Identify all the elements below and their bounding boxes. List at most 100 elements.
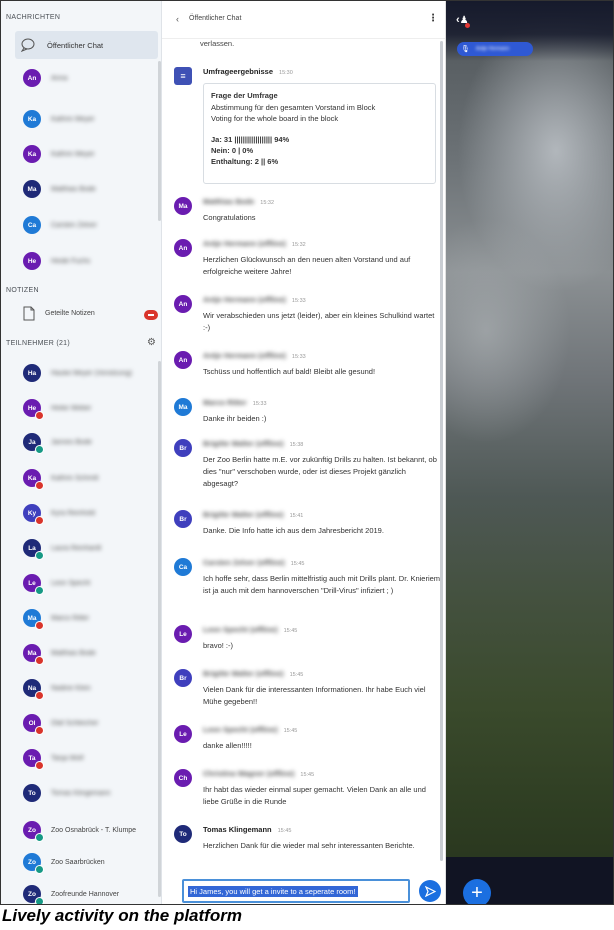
message-time: 15:38 <box>289 442 304 448</box>
avatar: Br <box>174 439 192 457</box>
avatar: Le <box>23 574 44 595</box>
user-list-toggle-icon[interactable]: ‹♟ <box>456 14 470 28</box>
participant-item[interactable]: Ma Matthias Bode <box>23 644 96 665</box>
chat-user-item[interactable]: Ma Matthias Bode <box>23 180 96 198</box>
participant-item[interactable]: Ka Kathrin Schmitt <box>23 469 99 490</box>
chat-users-scrollbar[interactable] <box>158 61 161 221</box>
message-time: 15:45 <box>283 728 298 734</box>
message-header: Antje Hermann (offline) 15:32 <box>203 239 306 248</box>
avatar: Ca <box>23 216 41 234</box>
avatar: An <box>174 239 192 257</box>
more-options-icon[interactable]: ⋮ <box>428 13 438 24</box>
public-chat-label: Öffentlicher Chat <box>47 40 104 50</box>
chat-user-item[interactable]: Ca Carsten Zelver <box>23 216 97 234</box>
message-header: Marco Ritter 15:33 <box>203 398 267 407</box>
back-chevron-icon[interactable]: ‹ <box>176 14 179 24</box>
poll-sender: Umfrageergebnisse 15:30 <box>203 67 293 76</box>
talking-indicator: 🎙 Antje Hermann <box>457 42 533 56</box>
participant-item[interactable]: Le Leon Specht <box>23 574 91 595</box>
avatar: An <box>23 69 41 87</box>
participant-name: Leon Specht <box>51 579 91 587</box>
participant-item[interactable]: La Laura Reinhardt <box>23 539 101 560</box>
participant-name: Kyra Reinhold <box>51 509 95 517</box>
sender-name: Antje Hermann (offline) <box>203 351 286 360</box>
message-time: 15:45 <box>289 672 304 678</box>
sender-name: Brigitte Walter (offline) <box>203 669 284 678</box>
sender-name: Matthias Bode <box>203 197 255 206</box>
chat-user-item[interactable]: Ka Kathrin Meyer <box>23 110 95 128</box>
message-header: Leon Specht (offline) 15:45 <box>203 625 297 634</box>
status-badge <box>35 833 44 842</box>
avatar: Ky <box>23 504 44 525</box>
participant-item[interactable]: Ta Tanja Wolf <box>23 749 84 770</box>
microphone-icon: 🎙 <box>461 46 470 53</box>
chat-panel: ‹ Öffentlicher Chat ⋮ verlassen. ≡ Umfra… <box>162 1 446 904</box>
avatar: Zo <box>23 885 44 904</box>
chat-user-item[interactable]: Ka Kathrin Meyer <box>23 145 95 163</box>
avatar: Ha <box>23 364 41 382</box>
avatar: La <box>23 539 44 560</box>
chat-user-name: Anna <box>51 74 68 82</box>
message-text: Danke ihr beiden :) <box>203 414 267 423</box>
avatar: Ta <box>23 749 44 770</box>
sender-name: Brigitte Walter (offline) <box>203 510 284 519</box>
poll-line-1: Abstimmung für den gesamten Vorstand im … <box>211 103 376 112</box>
participant-item[interactable]: Zo Zoo Osnabrück - T. Klumpe <box>23 821 137 842</box>
message-text: Vielen Dank für die interessanten Inform… <box>203 685 426 706</box>
participants-section-label: TEILNEHMER (21) <box>6 340 71 347</box>
sender-name: Tomas Klingemann <box>203 825 272 834</box>
sender-name: Christina Wagner (offline) <box>203 769 295 778</box>
sender-name: Leon Specht (offline) <box>203 725 278 734</box>
public-chat-item[interactable]: Öffentlicher Chat <box>15 31 158 59</box>
message-input-text: Hi James, you will get a invite to a sep… <box>188 885 358 897</box>
participant-item[interactable]: Zo Zoofreunde Hannover <box>23 885 119 904</box>
chat-user-item[interactable]: An Anna <box>23 69 67 87</box>
message-header: Matthias Bode 15:32 <box>203 197 274 206</box>
chat-user-name: Kathrin Meyer <box>51 115 95 123</box>
participant-item[interactable]: Ha Hauke Meyer (Vorsitzung) <box>23 364 132 382</box>
poll-line-2: Voting for the whole board in the block <box>211 114 339 123</box>
send-icon <box>424 885 436 897</box>
avatar: Na <box>23 679 44 700</box>
add-action-button[interactable]: + <box>463 879 491 904</box>
sender-name: Brigitte Walter (offline) <box>203 439 284 448</box>
poll-yes: Ja: 31 |||||||||||||||||| 94% <box>211 135 290 144</box>
participant-item[interactable]: Na Nadine Klein <box>23 679 91 700</box>
chat-header: ‹ Öffentlicher Chat ⋮ <box>162 1 445 39</box>
participant-item[interactable]: Ja Jannes Bode <box>23 433 92 454</box>
settings-gear-icon[interactable]: ⚙ <box>147 337 156 348</box>
chat-title: Öffentlicher Chat <box>189 15 242 22</box>
chat-scrollbar[interactable] <box>440 41 443 861</box>
participant-name: Kathrin Schmitt <box>51 474 99 482</box>
participant-item[interactable]: Ol Olaf Schleicher <box>23 714 98 735</box>
participant-name: Jannes Bode <box>51 438 92 446</box>
participant-name: Hauke Meyer (Vorsitzung) <box>51 369 132 377</box>
message-text: Ich hoffe sehr, dass Berlin mittelfristi… <box>203 574 441 595</box>
status-badge <box>35 621 44 630</box>
chat-user-item[interactable]: He Heide Fuchs <box>23 252 90 270</box>
status-badge <box>35 726 44 735</box>
participant-item[interactable]: Ky Kyra Reinhold <box>23 504 95 525</box>
avatar: He <box>23 252 41 270</box>
shared-notes-item[interactable]: Geteilte Notizen <box>23 306 158 321</box>
message-text: Congratulations <box>203 213 256 222</box>
poll-icon: ≡ <box>174 67 192 85</box>
participant-item[interactable]: Ma Marco Ritter <box>23 609 89 630</box>
message-time: 15:32 <box>291 242 306 248</box>
message-time: 15:33 <box>291 298 306 304</box>
participant-item[interactable]: To Tomas Klingemann <box>23 784 111 802</box>
participants-scrollbar[interactable] <box>158 361 161 897</box>
status-badge <box>35 897 44 904</box>
send-button[interactable] <box>419 880 441 902</box>
participant-item[interactable]: Zo Zoo Saarbrücken <box>23 853 105 874</box>
participant-item[interactable]: He Heike Weber <box>23 399 91 420</box>
message-input[interactable]: Hi James, you will get a invite to a sep… <box>182 879 410 903</box>
message-time: 15:45 <box>277 828 292 834</box>
message-time: 15:33 <box>291 354 306 360</box>
poll-abstain: Enthaltung: 2 || 6% <box>211 157 279 166</box>
status-badge <box>35 516 44 525</box>
avatar: Ma <box>23 609 44 630</box>
avatar: An <box>174 351 192 369</box>
participant-name: Zoo Osnabrück - T. Klumpe <box>51 826 137 834</box>
message-header: Carsten Zelver (offline) 15:45 <box>203 558 304 567</box>
